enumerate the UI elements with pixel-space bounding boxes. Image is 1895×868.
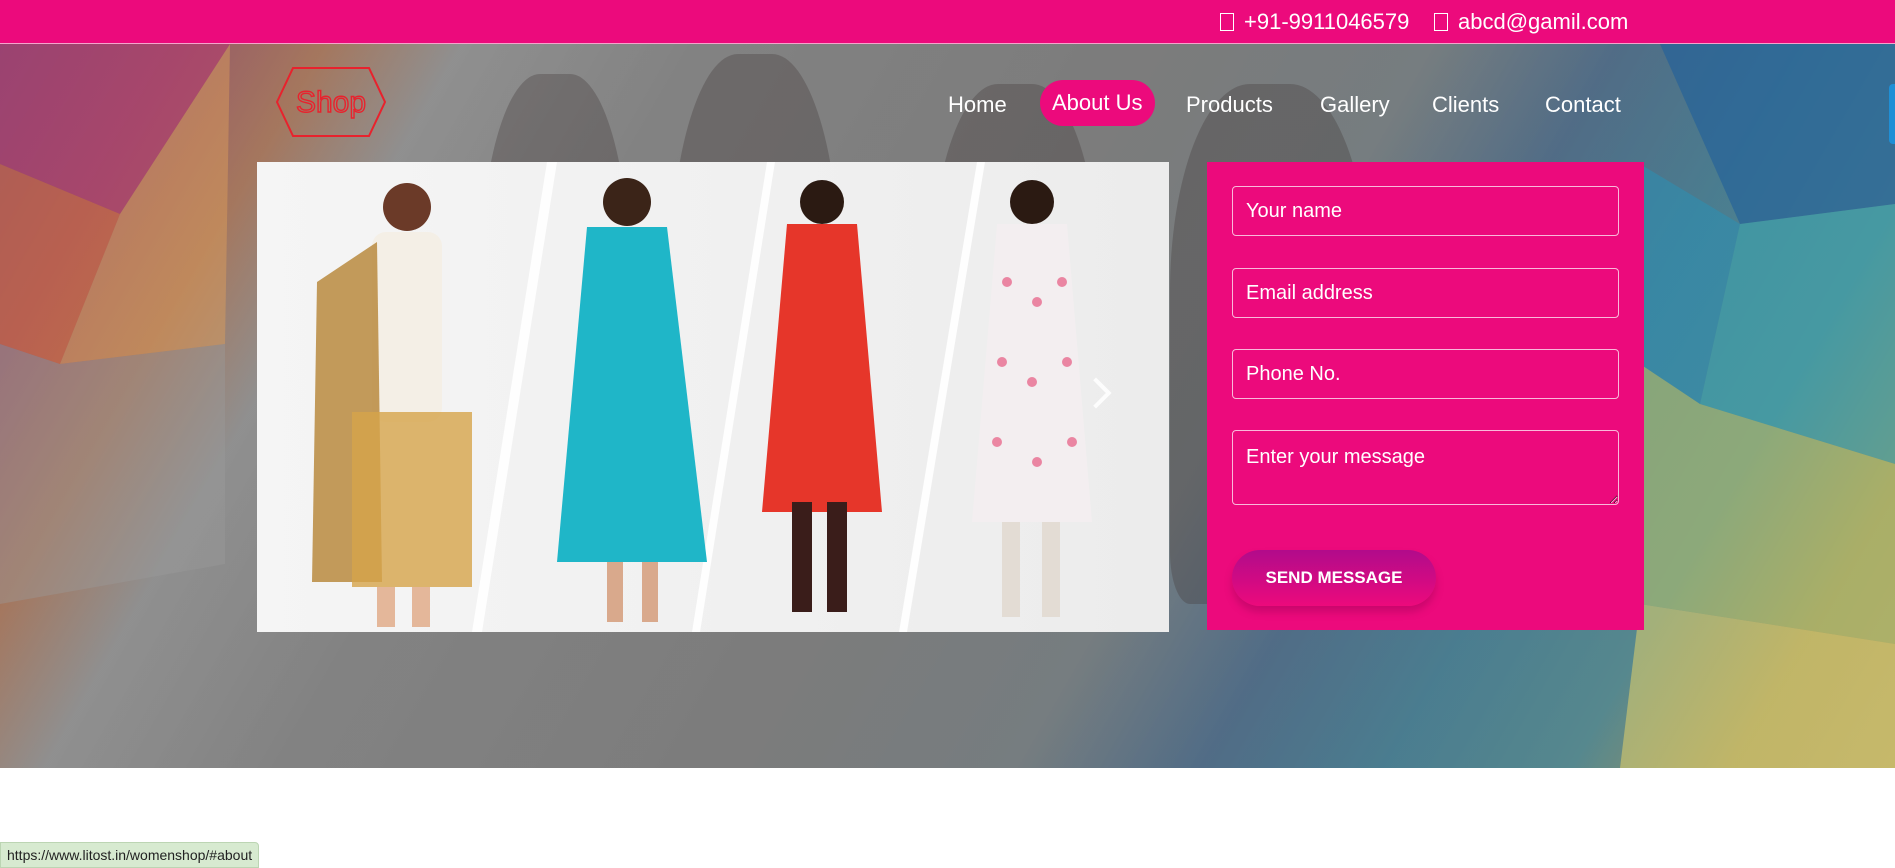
email-contact[interactable]: abcd@gamil.com [1434, 9, 1628, 35]
nav-products[interactable]: Products [1186, 92, 1273, 118]
nav-gallery[interactable]: Gallery [1320, 92, 1390, 118]
side-tab[interactable] [1889, 84, 1895, 144]
email-address: abcd@gamil.com [1458, 9, 1629, 34]
send-message-button[interactable]: SEND MESSAGE [1232, 550, 1436, 606]
phone-input[interactable] [1232, 349, 1619, 399]
phone-icon [1220, 13, 1234, 31]
slide-image [257, 162, 1169, 632]
phone-number: +91-9911046579 [1244, 9, 1410, 34]
nav-about-us[interactable]: About Us [1040, 80, 1155, 126]
name-input[interactable] [1232, 186, 1619, 236]
status-bar-url: https://www.litost.in/womenshop/#about [0, 842, 260, 868]
top-contact-bar: +91-9911046579 abcd@gamil.com [0, 0, 1895, 44]
email-input[interactable] [1232, 268, 1619, 318]
nav-clients[interactable]: Clients [1432, 92, 1499, 118]
nav-home[interactable]: Home [948, 92, 1007, 118]
message-textarea[interactable] [1232, 430, 1619, 505]
phone-contact[interactable]: +91-9911046579 [1220, 9, 1409, 35]
shop-logo[interactable]: Shop [275, 66, 387, 138]
logo-text: Shop [296, 86, 366, 119]
nav-contact[interactable]: Contact [1545, 92, 1621, 118]
product-slider[interactable] [257, 162, 1169, 632]
envelope-icon [1434, 13, 1448, 31]
contact-form: SEND MESSAGE [1207, 162, 1644, 630]
